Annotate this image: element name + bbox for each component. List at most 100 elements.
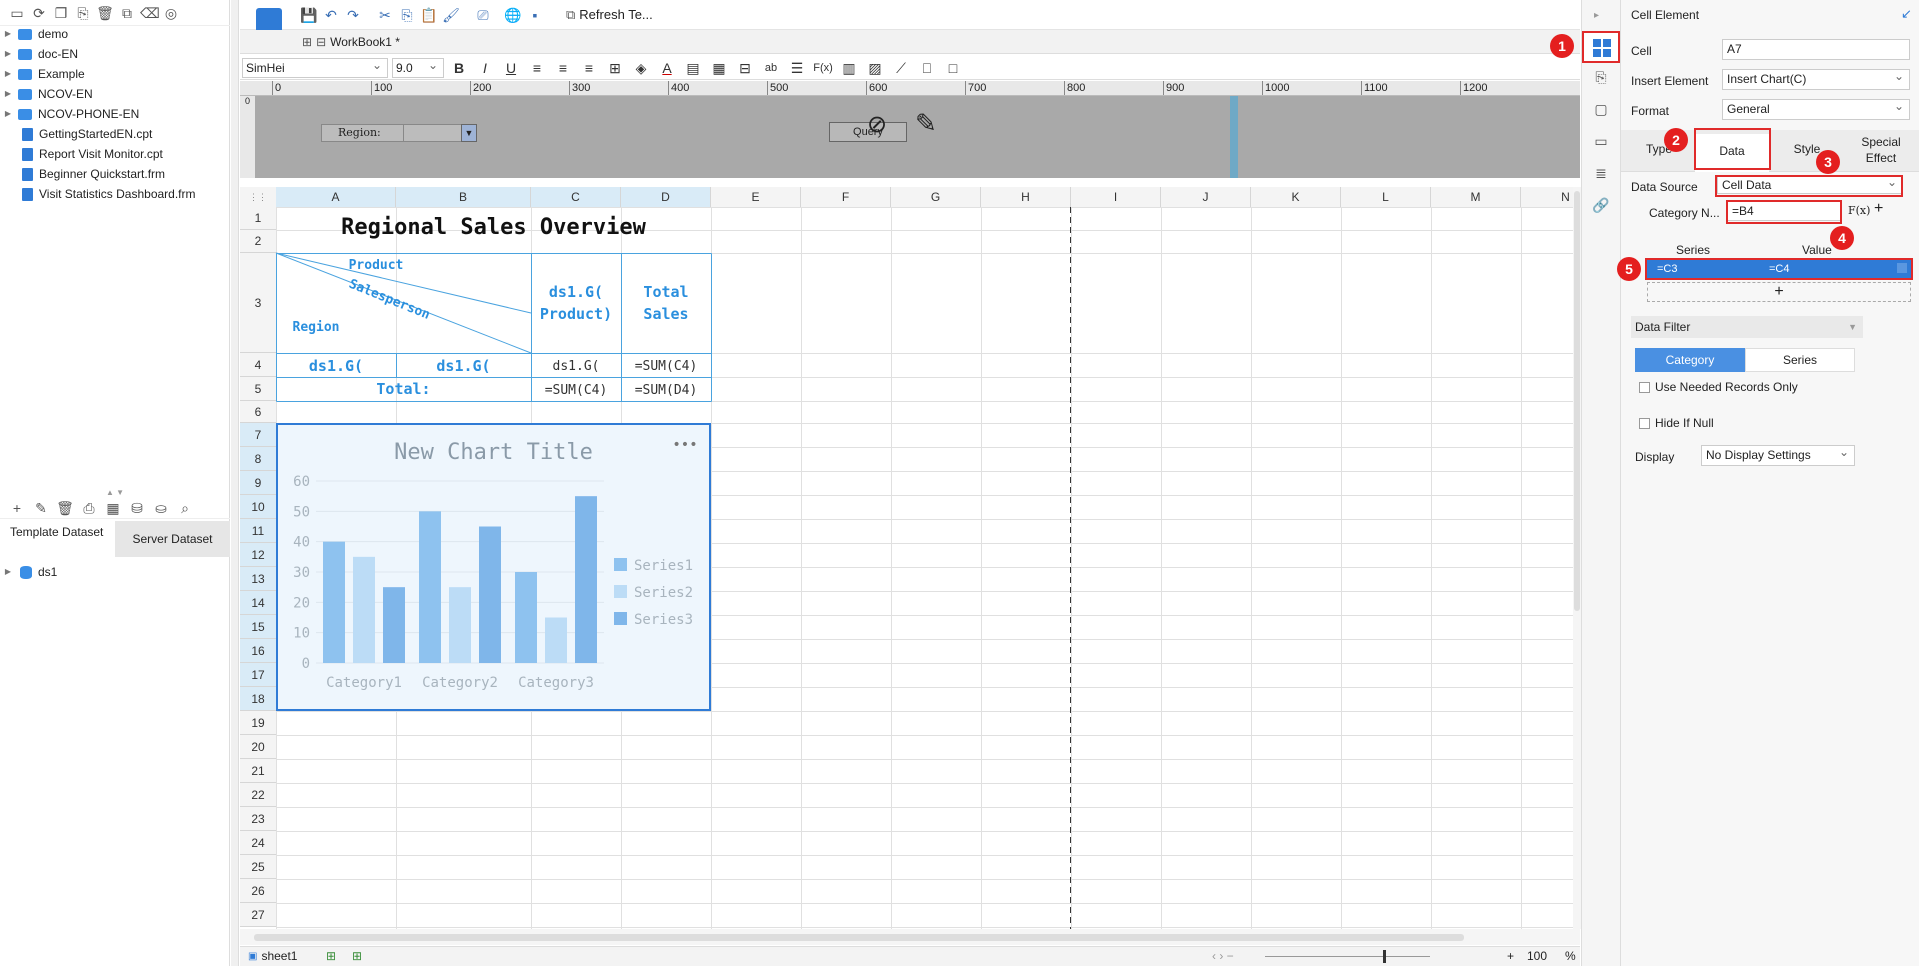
tree-item[interactable]: ▶ NCOV-EN (2, 84, 228, 104)
add-sheet-icon[interactable]: ⊞ (326, 949, 336, 963)
add-dataset-icon[interactable]: + (8, 499, 26, 517)
zoom-thumb[interactable] (1383, 950, 1386, 963)
zoom-slider[interactable] (1265, 956, 1430, 957)
template-menu-icon[interactable] (240, 0, 298, 38)
condition-icon[interactable]: ≣ (1592, 164, 1610, 182)
border-icon[interactable]: ⊞ (604, 57, 626, 79)
chart-icon[interactable]: ▥ (838, 57, 860, 79)
formula-icon[interactable]: F(x) (812, 57, 834, 79)
tab-template-dataset[interactable]: Template Dataset (0, 521, 115, 557)
duplicate-icon[interactable]: ⧉ (118, 4, 136, 22)
copy-icon[interactable]: ⎘ (396, 4, 418, 26)
hyperlink-icon[interactable]: 🔗 (1592, 196, 1610, 214)
formula-icon[interactable]: F(x) (1848, 204, 1870, 217)
align-center-icon[interactable]: ≡ (552, 57, 574, 79)
insert-row-icon[interactable]: ⊟ (734, 57, 756, 79)
align-left-icon[interactable]: ≡ (526, 57, 548, 79)
preview-icon[interactable]: ⎙ (80, 499, 98, 517)
tree-item[interactable]: ▶ NCOV-PHONE-EN (2, 104, 228, 124)
tab-workbook1[interactable]: ⊞ ⊟ WorkBook1 * (302, 30, 400, 54)
widget-icon[interactable]: □ (942, 57, 964, 79)
horizontal-scrollbar[interactable] (240, 929, 1580, 945)
dataset-icon[interactable]: ▦ (104, 499, 122, 517)
edit-icon[interactable]: ✎ (32, 499, 50, 517)
copy-icon[interactable]: ❐ (52, 4, 70, 22)
web-icon[interactable]: 🌐 (502, 4, 524, 26)
hide-eye-icon[interactable]: ⊘ (867, 110, 887, 139)
redo-icon[interactable]: ↷ (342, 4, 364, 26)
scroll-thumb[interactable] (1574, 191, 1580, 611)
refresh-template-button[interactable]: ⧉ Refresh Te... (566, 7, 653, 23)
cell-attribute-icon[interactable]: ⎘ (1592, 68, 1610, 86)
float-element-icon[interactable]: ▢ (1592, 100, 1610, 118)
tab-server-dataset[interactable]: Server Dataset (115, 521, 230, 557)
add-poly-sheet-icon[interactable]: ⊞ (352, 949, 362, 963)
fill-color-icon[interactable]: ◈ (630, 57, 652, 79)
tree-item[interactable]: ▶ demo (2, 24, 228, 44)
zoom-in-icon[interactable]: + (1507, 949, 1514, 963)
expand-icon[interactable]: ▶ (2, 24, 14, 44)
move-icon[interactable]: ⎘ (74, 4, 92, 22)
remove-icon[interactable]: 🗑 (56, 499, 74, 517)
splitter[interactable]: ▲ ▼ (0, 488, 230, 497)
underline-icon[interactable]: U (500, 57, 522, 79)
image-icon[interactable]: ▨ (864, 57, 886, 79)
hide-null-checkbox[interactable] (1639, 418, 1650, 429)
use-needed-checkbox[interactable] (1639, 382, 1650, 393)
tree-item[interactable]: ▶ Example (2, 64, 228, 84)
merge-icon[interactable]: ▤ (682, 57, 704, 79)
format-painter-icon[interactable]: 🖌 (440, 4, 462, 26)
tree-item[interactable]: GettingStartedEN.cpt (2, 124, 228, 144)
image-icon[interactable]: ▪ (524, 4, 546, 26)
table-icon[interactable]: ▦ (708, 57, 730, 79)
vertical-scrollbar[interactable] (1573, 187, 1581, 929)
tab-special-effect[interactable]: Special Effect (1849, 134, 1913, 166)
font-size-select[interactable]: 9.0 (392, 56, 444, 78)
add-series-button[interactable]: + (1647, 282, 1911, 302)
refresh-icon[interactable]: ⟳ (30, 4, 48, 22)
collapse-icon[interactable]: ▸ (1594, 10, 1599, 21)
format-select[interactable]: General (1722, 97, 1910, 120)
region-combo[interactable] (403, 124, 463, 142)
dataset-item-ds1[interactable]: ▶ ds1 (2, 562, 57, 582)
expand-icon[interactable]: ▶ (2, 104, 14, 124)
preview-icon[interactable]: ⎚ (472, 4, 494, 26)
expand-icon[interactable]: ▶ (2, 562, 14, 582)
new-folder-icon[interactable]: ▭ (8, 4, 26, 22)
expand-icon[interactable]: ▶ (2, 84, 14, 104)
tree-item[interactable]: ▶ doc-EN (2, 44, 228, 64)
panel-divider[interactable] (231, 0, 239, 966)
filter-tab-series[interactable]: Series (1745, 348, 1855, 372)
data-filter-header[interactable]: Data Filter ▼ (1631, 316, 1863, 338)
expand-icon[interactable]: ▶ (2, 64, 14, 84)
slash-icon[interactable]: ⟋ (890, 57, 912, 79)
delete-icon[interactable]: 🗑 (96, 4, 114, 22)
align-right-icon[interactable]: ≡ (578, 57, 600, 79)
wrap-icon[interactable]: ☰ (786, 57, 808, 79)
save-icon[interactable]: 💾 (298, 4, 320, 26)
undo-icon[interactable]: ↶ (320, 4, 342, 26)
insert-element-select[interactable]: Insert Chart(C) (1722, 67, 1910, 90)
display-select[interactable]: No Display Settings (1701, 443, 1855, 466)
database-icon[interactable]: ⛁ (128, 499, 146, 517)
tree-item[interactable]: Report Visit Monitor.cpt (2, 144, 228, 164)
locate-icon[interactable]: ◎ (162, 4, 180, 22)
zoom-out-icon[interactable]: ‹ › − (1212, 949, 1234, 963)
dropdown-icon[interactable]: ▼ (461, 124, 477, 142)
font-color-icon[interactable]: A (656, 57, 678, 79)
tree-item[interactable]: Visit Statistics Dashboard.frm (2, 184, 228, 204)
sheet-tab[interactable]: ▣ sheet1 (248, 949, 297, 963)
cut-icon[interactable]: ✂ (374, 4, 396, 26)
pane-resize-handle[interactable] (1230, 96, 1238, 178)
expand-icon[interactable]: ▶ (2, 44, 14, 64)
filter-tab-category[interactable]: Category (1635, 348, 1745, 372)
text-icon[interactable]: ab (760, 57, 782, 79)
db-settings-icon[interactable]: ⛀ (152, 499, 170, 517)
font-select[interactable]: SimHei (242, 56, 388, 78)
search-icon[interactable]: ⌕ (176, 499, 194, 517)
cell-input[interactable]: A7 (1722, 39, 1910, 60)
subreport-icon[interactable]: ⎕ (916, 57, 938, 79)
pin-icon[interactable]: ↙ (1901, 6, 1912, 22)
edit-pencil-icon[interactable]: ✎ (915, 108, 937, 139)
add-category-icon[interactable]: + (1874, 200, 1883, 218)
